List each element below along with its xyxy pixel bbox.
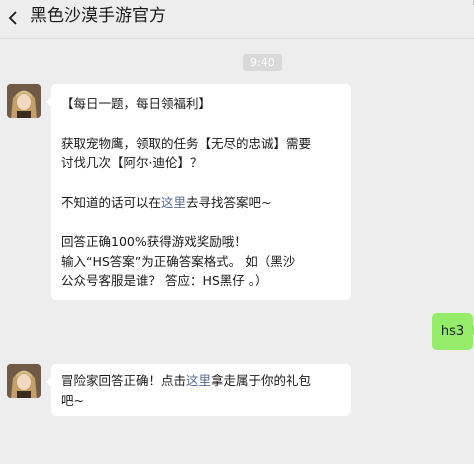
avatar[interactable]	[7, 84, 41, 118]
message-line: 不知道的话可以在这里去寻找答案吧~	[61, 193, 341, 213]
message-line: 冒险家回答正确！点击这里拿走属于你的礼包	[61, 371, 341, 391]
message-line: 吧~	[61, 392, 84, 408]
my-message-bubble: hs3	[432, 313, 474, 350]
message-line: 公众号客服是谁？ 答应：HS黑仔 。）	[61, 273, 268, 288]
message-line: 输入“HS答案”为正确答案格式。 如（黑沙	[61, 253, 296, 269]
message-text: 去寻找答案吧~	[186, 194, 272, 210]
timestamp: 9:40	[243, 54, 282, 71]
avatar-image	[7, 84, 41, 118]
gift-link[interactable]: 这里	[186, 373, 211, 388]
answer-link[interactable]: 这里	[161, 195, 186, 210]
chat-header: 黑色沙漠手游官方	[0, 0, 474, 39]
message-text: hs3	[440, 324, 465, 339]
message-bubble: 冒险家回答正确！点击这里拿走属于你的礼包 吧~	[46, 364, 351, 416]
message-text: 拿走属于你的礼包	[211, 373, 312, 388]
message-line: 讨伐几次【阿尔·迪伦】？	[61, 155, 203, 170]
chat-title: 黑色沙漠手游官方	[30, 6, 166, 26]
message-line: 【每日一题，每日领福利】	[61, 96, 212, 111]
avatar[interactable]	[7, 364, 41, 398]
message-text: 不知道的话可以在	[61, 194, 162, 210]
message-text: 冒险家回答正确！点击	[61, 373, 187, 388]
back-arrow-icon[interactable]	[6, 9, 22, 27]
message-bubble: 【每日一题，每日领福利】 获取宠物鹰，领取的任务【无尽的忠诚】需要 讨伐几次【阿…	[46, 84, 351, 300]
message-line: 回答正确100%获得游戏奖励哦！	[61, 234, 247, 249]
message-line: 获取宠物鹰，领取的任务【无尽的忠诚】需要	[61, 135, 312, 151]
avatar-image	[7, 364, 41, 398]
